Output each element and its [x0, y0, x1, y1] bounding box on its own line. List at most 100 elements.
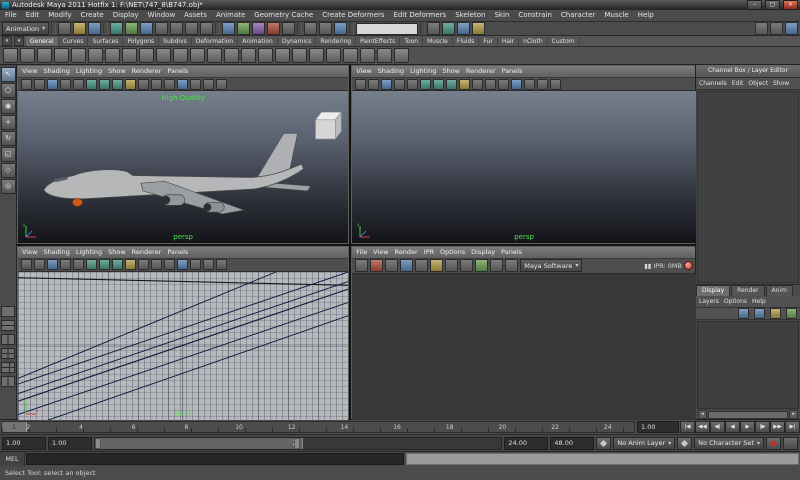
quick-select-field[interactable]: [356, 23, 418, 35]
animation-end-field[interactable]: 48.00: [550, 437, 594, 450]
three-pane-layout-button[interactable]: [1, 362, 15, 373]
camera-attributes-icon[interactable]: [47, 259, 58, 270]
wireframe-icon[interactable]: [86, 259, 97, 270]
bookmarks-icon[interactable]: [394, 79, 405, 90]
two-pane-side-layout-button[interactable]: [1, 334, 15, 345]
shelf-item-icon[interactable]: [360, 48, 375, 63]
current-time-field[interactable]: 1.00: [637, 421, 679, 433]
last-tool-icon[interactable]: ◎: [1, 179, 16, 194]
select-camera-icon[interactable]: [21, 79, 32, 90]
shelf-item-icon[interactable]: [3, 48, 18, 63]
ipr-render-icon[interactable]: [457, 22, 470, 35]
menu-modify[interactable]: Modify: [48, 10, 71, 21]
wireframe-icon[interactable]: [86, 79, 97, 90]
shelf-tab-toon[interactable]: Toon: [400, 37, 423, 46]
vp-menu-renderer[interactable]: Renderer: [466, 66, 496, 77]
render-view-canvas[interactable]: [352, 274, 696, 420]
vp-menu-shading[interactable]: Shading: [378, 66, 404, 77]
keep-image-icon[interactable]: [475, 259, 488, 272]
menu-display[interactable]: Display: [113, 10, 139, 21]
isolate-select-icon[interactable]: [177, 259, 188, 270]
animation-start-field[interactable]: 1.00: [2, 437, 46, 450]
move-layer-down-icon[interactable]: [754, 308, 765, 319]
vp-menu-shading[interactable]: Shading: [43, 66, 69, 77]
shelf-tab-hair[interactable]: Hair: [498, 37, 519, 46]
le-menu-options[interactable]: Options: [724, 296, 747, 307]
rv-menu-render[interactable]: Render: [395, 247, 418, 258]
vp-menu-shading[interactable]: Shading: [43, 247, 69, 258]
shaded-icon[interactable]: [99, 259, 110, 270]
go-to-start-button[interactable]: |◀: [680, 421, 695, 433]
xray-icon[interactable]: [485, 79, 496, 90]
shelf-tab-fluids[interactable]: Fluids: [453, 37, 480, 46]
play-backwards-button[interactable]: ◀: [725, 421, 740, 433]
field-chart-icon[interactable]: [190, 259, 201, 270]
isolate-select-icon[interactable]: [511, 79, 522, 90]
playback-start-field[interactable]: 1.00: [48, 437, 92, 450]
shelf-tab-polygons[interactable]: Polygons: [123, 37, 159, 46]
lasso-tool-icon[interactable]: ○: [1, 83, 16, 98]
shelf-item-icon[interactable]: [156, 48, 171, 63]
range-slider[interactable]: 1 24: [94, 437, 502, 450]
vp-menu-show[interactable]: Show: [108, 247, 126, 258]
menu-skin[interactable]: Skin: [494, 10, 509, 21]
renderer-selector[interactable]: Maya Software ▾: [520, 259, 582, 272]
shaded-icon[interactable]: [99, 79, 110, 90]
ipr-render-icon[interactable]: [400, 259, 413, 272]
shelf-tab-curves[interactable]: Curves: [59, 37, 89, 46]
viewport-front[interactable]: View Shading Lighting Show Renderer Pane…: [17, 246, 349, 421]
snapshot-icon[interactable]: [385, 259, 398, 272]
cb-menu-edit[interactable]: Edit: [732, 78, 744, 89]
menu-create[interactable]: Create: [80, 10, 103, 21]
image-plane-icon[interactable]: [73, 259, 84, 270]
shelf-item-icon[interactable]: [377, 48, 392, 63]
select-by-hierarchy-icon[interactable]: [110, 22, 123, 35]
persp-outliner-layout-button[interactable]: [1, 376, 15, 387]
render-current-frame-icon[interactable]: [442, 22, 455, 35]
paint-select-tool-icon[interactable]: ◉: [1, 99, 16, 114]
maximize-button[interactable]: ▢: [765, 0, 780, 10]
vp-menu-view[interactable]: View: [22, 247, 37, 258]
le-menu-layers[interactable]: Layers: [699, 296, 719, 307]
xray-icon[interactable]: [151, 79, 162, 90]
shelf-item-icon[interactable]: [71, 48, 86, 63]
image-plane-icon[interactable]: [73, 79, 84, 90]
textured-icon[interactable]: [112, 79, 123, 90]
select-tool-icon[interactable]: ↖: [1, 67, 16, 82]
shelf-tab-painteffects[interactable]: PaintEffects: [356, 37, 400, 46]
playback-end-field[interactable]: 24.00: [504, 437, 548, 450]
shelf-tab-dynamics[interactable]: Dynamics: [278, 37, 317, 46]
shelf-tab-animation[interactable]: Animation: [238, 37, 278, 46]
shelf-item-icon[interactable]: [105, 48, 120, 63]
render-view-panel[interactable]: File View Render IPR Options Display Pan…: [351, 246, 697, 421]
vp-menu-lighting[interactable]: Lighting: [76, 247, 102, 258]
shelf-item-icon[interactable]: [241, 48, 256, 63]
camera-attributes-icon[interactable]: [47, 79, 58, 90]
lights-icon[interactable]: [459, 79, 470, 90]
menu-window[interactable]: Window: [148, 10, 176, 21]
menu-constrain[interactable]: Constrain: [518, 10, 552, 21]
select-camera-icon[interactable]: [355, 79, 366, 90]
shelf-item-icon[interactable]: [207, 48, 222, 63]
move-layer-up-icon[interactable]: [738, 308, 749, 319]
vp-menu-renderer[interactable]: Renderer: [132, 247, 162, 258]
textured-icon[interactable]: [112, 259, 123, 270]
resolution-gate-icon[interactable]: [203, 79, 214, 90]
front-canvas[interactable]: front y x: [18, 272, 348, 420]
select-by-object-icon[interactable]: [125, 22, 138, 35]
backface-culling-icon[interactable]: [498, 79, 509, 90]
shelf-item-icon[interactable]: [292, 48, 307, 63]
scale-tool-icon[interactable]: ◱: [1, 147, 16, 162]
stop-render-icon[interactable]: [684, 261, 693, 270]
open-scene-icon[interactable]: [73, 22, 86, 35]
rv-menu-panels[interactable]: Panels: [501, 247, 522, 258]
xray-icon[interactable]: [151, 259, 162, 270]
menu-animate[interactable]: Animate: [216, 10, 245, 21]
menu-edit-deformers[interactable]: Edit Deformers: [394, 10, 447, 21]
shadows-icon[interactable]: [472, 79, 483, 90]
animation-preferences-icon[interactable]: [783, 437, 798, 450]
render-settings-icon[interactable]: [430, 259, 443, 272]
textured-icon[interactable]: [446, 79, 457, 90]
save-scene-icon[interactable]: [88, 22, 101, 35]
shelf-tab-surfaces[interactable]: Surfaces: [88, 37, 123, 46]
